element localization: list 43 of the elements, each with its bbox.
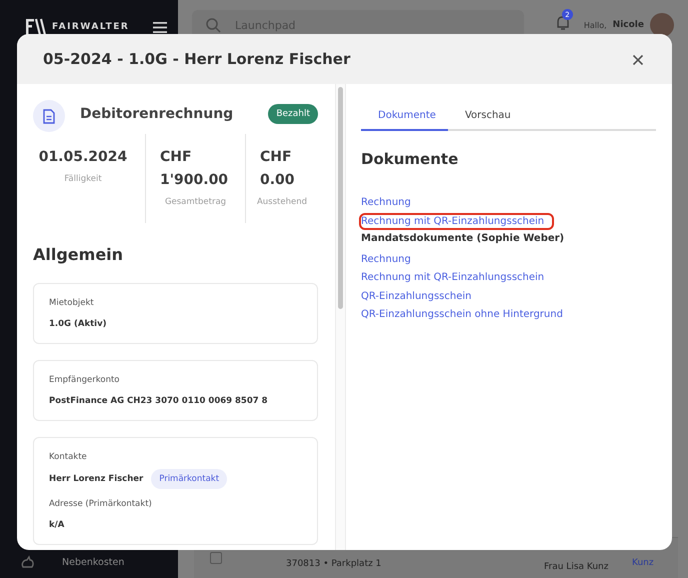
greeting-text: Hallo, bbox=[584, 20, 607, 30]
field-label: Adresse (Primärkontakt) bbox=[49, 499, 153, 509]
stat-label: Fälligkeit bbox=[63, 174, 103, 184]
table-cell-text: 370813 • Parkplatz 1 bbox=[286, 558, 382, 569]
stat-value: CHF 1'900.00 bbox=[160, 148, 228, 190]
document-link[interactable]: QR-Einzahlungsschein bbox=[359, 288, 474, 304]
field-value: k/A bbox=[49, 520, 66, 530]
document-link[interactable]: Rechnung bbox=[359, 195, 413, 210]
search-icon bbox=[206, 18, 221, 32]
tab[interactable]: Vorschau bbox=[448, 110, 523, 131]
menu-icon[interactable] bbox=[153, 22, 168, 32]
dialog-title: 05-2024 - 1.0G - Herr Lorenz Fischer bbox=[43, 50, 350, 68]
document-link[interactable]: Rechnung bbox=[359, 252, 413, 266]
stat-label: Ausstehend bbox=[256, 197, 308, 207]
stat-label: Gesamtbetrag bbox=[164, 197, 228, 207]
contact-badge: Primärkontakt bbox=[151, 469, 228, 489]
tab[interactable]: Dokumente bbox=[361, 110, 448, 131]
bell-icon[interactable] bbox=[556, 15, 570, 31]
user-name: Nicole bbox=[612, 20, 644, 30]
sidebar-item[interactable]: Nebenkosten bbox=[0, 554, 178, 578]
avatar[interactable] bbox=[650, 13, 674, 37]
field-label: Empfängerkonto bbox=[49, 375, 120, 385]
field-label: Kontakte bbox=[49, 452, 88, 462]
close-icon[interactable] bbox=[632, 54, 644, 66]
document-link[interactable]: QR-Einzahlungsschein ohne Hintergrund bbox=[359, 307, 565, 322]
table-cell-text: Frau Lisa Kunz bbox=[544, 561, 610, 572]
field-value: 1.0G (Aktiv) bbox=[49, 319, 108, 329]
contact-name: Herr Lorenz Fischer bbox=[49, 474, 144, 484]
stat-value: 01.05.2024 bbox=[38, 148, 128, 167]
document-link[interactable]: Rechnung mit QR-Einzahlungsschein bbox=[359, 212, 554, 230]
document-link[interactable]: Rechnung mit QR-Einzahlungsschein bbox=[359, 270, 546, 285]
field-label: Mietobjekt bbox=[49, 298, 95, 308]
file-icon bbox=[43, 108, 55, 124]
section-title: Dokumente bbox=[361, 150, 460, 168]
checkbox[interactable] bbox=[210, 552, 222, 564]
document-type: Debitorenrechnung bbox=[80, 106, 234, 122]
section-title: Allgemein bbox=[33, 245, 124, 264]
field-value: PostFinance AG CH23 3070 0110 0069 8507 8 bbox=[49, 396, 269, 406]
scrollbar-thumb[interactable] bbox=[338, 87, 343, 309]
stat-value: CHF 0.00 bbox=[260, 148, 295, 190]
logo-text: FAIRWALTER bbox=[52, 22, 130, 32]
group-heading: Mandatsdokumente (Sophie Weber) bbox=[360, 232, 566, 246]
status-badge: Bezahlt bbox=[268, 104, 318, 124]
